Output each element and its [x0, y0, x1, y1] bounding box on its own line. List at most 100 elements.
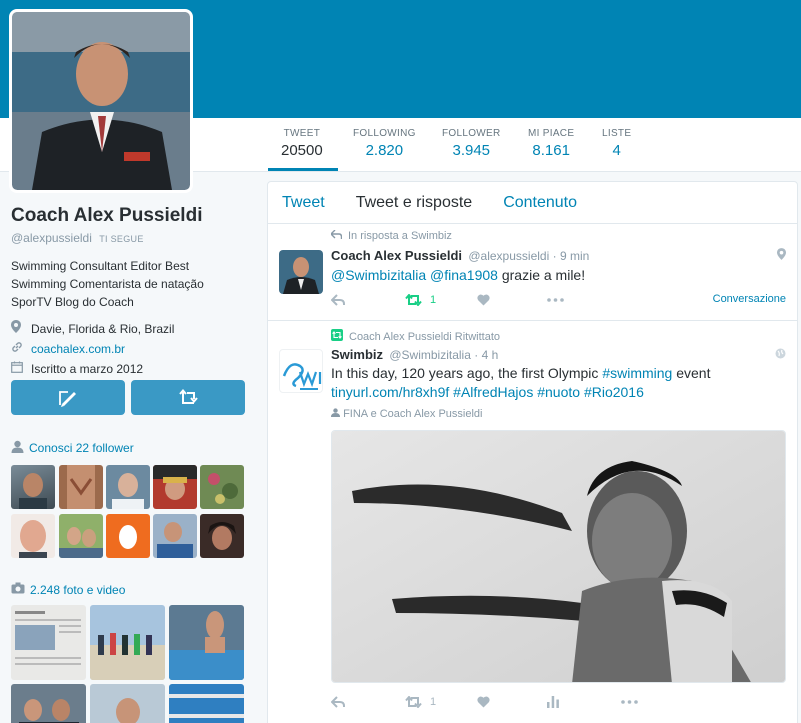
tagged-users-label: FINA e Coach Alex Pussieldi [343, 408, 483, 420]
follower-avatar[interactable] [200, 514, 244, 558]
stat-value: 2.820 [365, 142, 404, 159]
tweet-author-avatar[interactable] [279, 349, 323, 393]
photos-videos-header[interactable]: 2.248 foto e video [11, 582, 125, 597]
more-dots-icon [547, 298, 564, 302]
geo-pin-icon[interactable] [777, 248, 786, 263]
profile-website-link[interactable]: coachalex.com.br [31, 339, 125, 359]
tab-tweets-and-replies[interactable]: Tweet e risposte [356, 194, 473, 212]
stat-value: 3.945 [452, 142, 491, 159]
tab-media[interactable]: Contenuto [503, 194, 577, 212]
bar-chart-icon [547, 696, 559, 708]
followers-you-know-header[interactable]: Conosci 22 follower [11, 440, 134, 456]
like-action[interactable] [477, 696, 547, 708]
tweet-author-avatar[interactable] [279, 250, 323, 294]
tagged-users[interactable]: FINA e Coach Alex Pussieldi [331, 408, 482, 420]
media-thumbnail[interactable] [90, 684, 165, 723]
avatar-photo [12, 12, 190, 190]
analytics-action[interactable] [547, 696, 621, 708]
reply-icon [331, 294, 345, 306]
retweet-icon [405, 294, 422, 306]
reply-icon [331, 696, 345, 708]
tweet-to-button[interactable] [11, 380, 125, 415]
reply-context-label[interactable]: In risposta a Swimbiz [348, 230, 452, 242]
person-icon [11, 440, 24, 456]
tweet-photo[interactable] [331, 430, 786, 683]
retweet-style-icon [179, 388, 198, 404]
follows-you-badge: TI SEGUE [99, 234, 144, 244]
follower-avatar[interactable] [153, 514, 197, 558]
heart-icon [477, 294, 490, 306]
more-action[interactable] [547, 298, 564, 302]
tweet-body: event [676, 365, 711, 381]
tweet-timestamp[interactable]: 9 min [560, 249, 589, 263]
hashtag-link[interactable]: #nuoto [537, 384, 580, 400]
like-action[interactable] [477, 294, 547, 306]
hashtag-link[interactable]: #AlfredHajos [453, 384, 533, 400]
tab-tweets[interactable]: Tweet [282, 194, 325, 212]
location-pin-icon [11, 319, 31, 339]
media-thumbnail[interactable] [169, 605, 244, 680]
more-dots-icon [621, 700, 638, 704]
retweeted-badge-icon [331, 329, 343, 344]
url-link[interactable]: tinyurl.com/hr8xh9f [331, 384, 449, 400]
stat-label: FOLLOWER [442, 128, 501, 139]
follower-avatar[interactable] [106, 514, 150, 558]
tweet-author-name[interactable]: Coach Alex Pussieldi [331, 248, 462, 263]
stat-label: LISTE [602, 128, 632, 139]
follower-avatar[interactable] [106, 465, 150, 509]
media-thumbnail[interactable] [11, 684, 86, 723]
profile-card: Coach Alex Pussieldi @alexpussieldi TI S… [11, 205, 251, 379]
reply-action[interactable] [331, 294, 405, 306]
stat-likes[interactable]: MI PIACE 8.161 [528, 128, 574, 159]
tweet-timestamp[interactable]: 4 h [482, 348, 499, 362]
direct-message-button[interactable] [131, 380, 245, 415]
mention-link[interactable]: @fina1908 [430, 267, 498, 283]
mention-link[interactable]: @Swimbizitalia [331, 267, 426, 283]
stat-tweets[interactable]: TWEET 20500 [281, 128, 323, 159]
tweet-body: In this day, 120 years ago, the first Ol… [331, 365, 599, 381]
stat-label: FOLLOWING [353, 128, 416, 139]
reply-context: In risposta a Swimbiz [330, 229, 452, 242]
profile-meta: Davie, Florida & Rio, Brazil coachalex.c… [11, 319, 251, 379]
retweet-action[interactable]: 1 [405, 696, 477, 708]
stat-followers[interactable]: FOLLOWER 3.945 [442, 128, 501, 159]
stat-following[interactable]: FOLLOWING 2.820 [353, 128, 416, 159]
profile-handle[interactable]: @alexpussieldi [11, 231, 92, 245]
compose-quill-icon [59, 390, 76, 407]
retweet-action[interactable]: 1 [405, 294, 477, 306]
follower-avatar[interactable] [59, 514, 103, 558]
profile-location: Davie, Florida & Rio, Brazil [31, 322, 175, 336]
tweet-actions: 1 [331, 696, 638, 708]
profile-avatar[interactable] [9, 9, 193, 193]
media-thumbnail[interactable] [169, 684, 244, 723]
follower-avatar[interactable] [11, 465, 55, 509]
view-conversation-link[interactable]: Conversazione [713, 293, 786, 305]
profile-name[interactable]: Coach Alex Pussieldi [11, 205, 251, 227]
globe-icon[interactable] [775, 348, 786, 362]
media-thumbnail[interactable] [90, 605, 165, 680]
stat-lists[interactable]: LISTE 4 [602, 128, 631, 159]
tweet-item[interactable]: Coach Alex Pussieldi Ritwittato Swimbiz … [268, 322, 797, 723]
hashtag-link[interactable]: #swimming [602, 365, 672, 381]
follower-avatar[interactable] [200, 465, 244, 509]
more-action[interactable] [621, 700, 638, 704]
tweet-time-separator: · [474, 348, 479, 362]
tweet-author-handle[interactable]: @Swimbizitalia [389, 348, 471, 362]
follower-avatar[interactable] [153, 465, 197, 509]
reply-action[interactable] [331, 696, 405, 708]
calendar-icon [11, 359, 31, 379]
tweet-author-handle[interactable]: @alexpussieldi [468, 249, 549, 263]
reply-context-icon [330, 229, 343, 242]
followers-you-know-label: Conosci 22 follower [29, 441, 134, 455]
tweet-item[interactable]: In risposta a Swimbiz Coach Alex Pussiel… [268, 224, 797, 321]
stat-value: 20500 [281, 142, 323, 159]
tweet-text: In this day, 120 years ago, the first Ol… [331, 364, 791, 402]
tweet-author-name[interactable]: Swimbiz [331, 347, 383, 362]
follower-avatar[interactable] [59, 465, 103, 509]
media-thumbnail[interactable] [11, 605, 86, 680]
retweet-context-label[interactable]: Coach Alex Pussieldi Ritwittato [349, 331, 500, 343]
hashtag-link[interactable]: #Rio2016 [584, 384, 644, 400]
follower-avatar[interactable] [11, 514, 55, 558]
website-row: coachalex.com.br [11, 339, 251, 359]
joined-row: Iscritto a marzo 2012 [11, 359, 251, 379]
